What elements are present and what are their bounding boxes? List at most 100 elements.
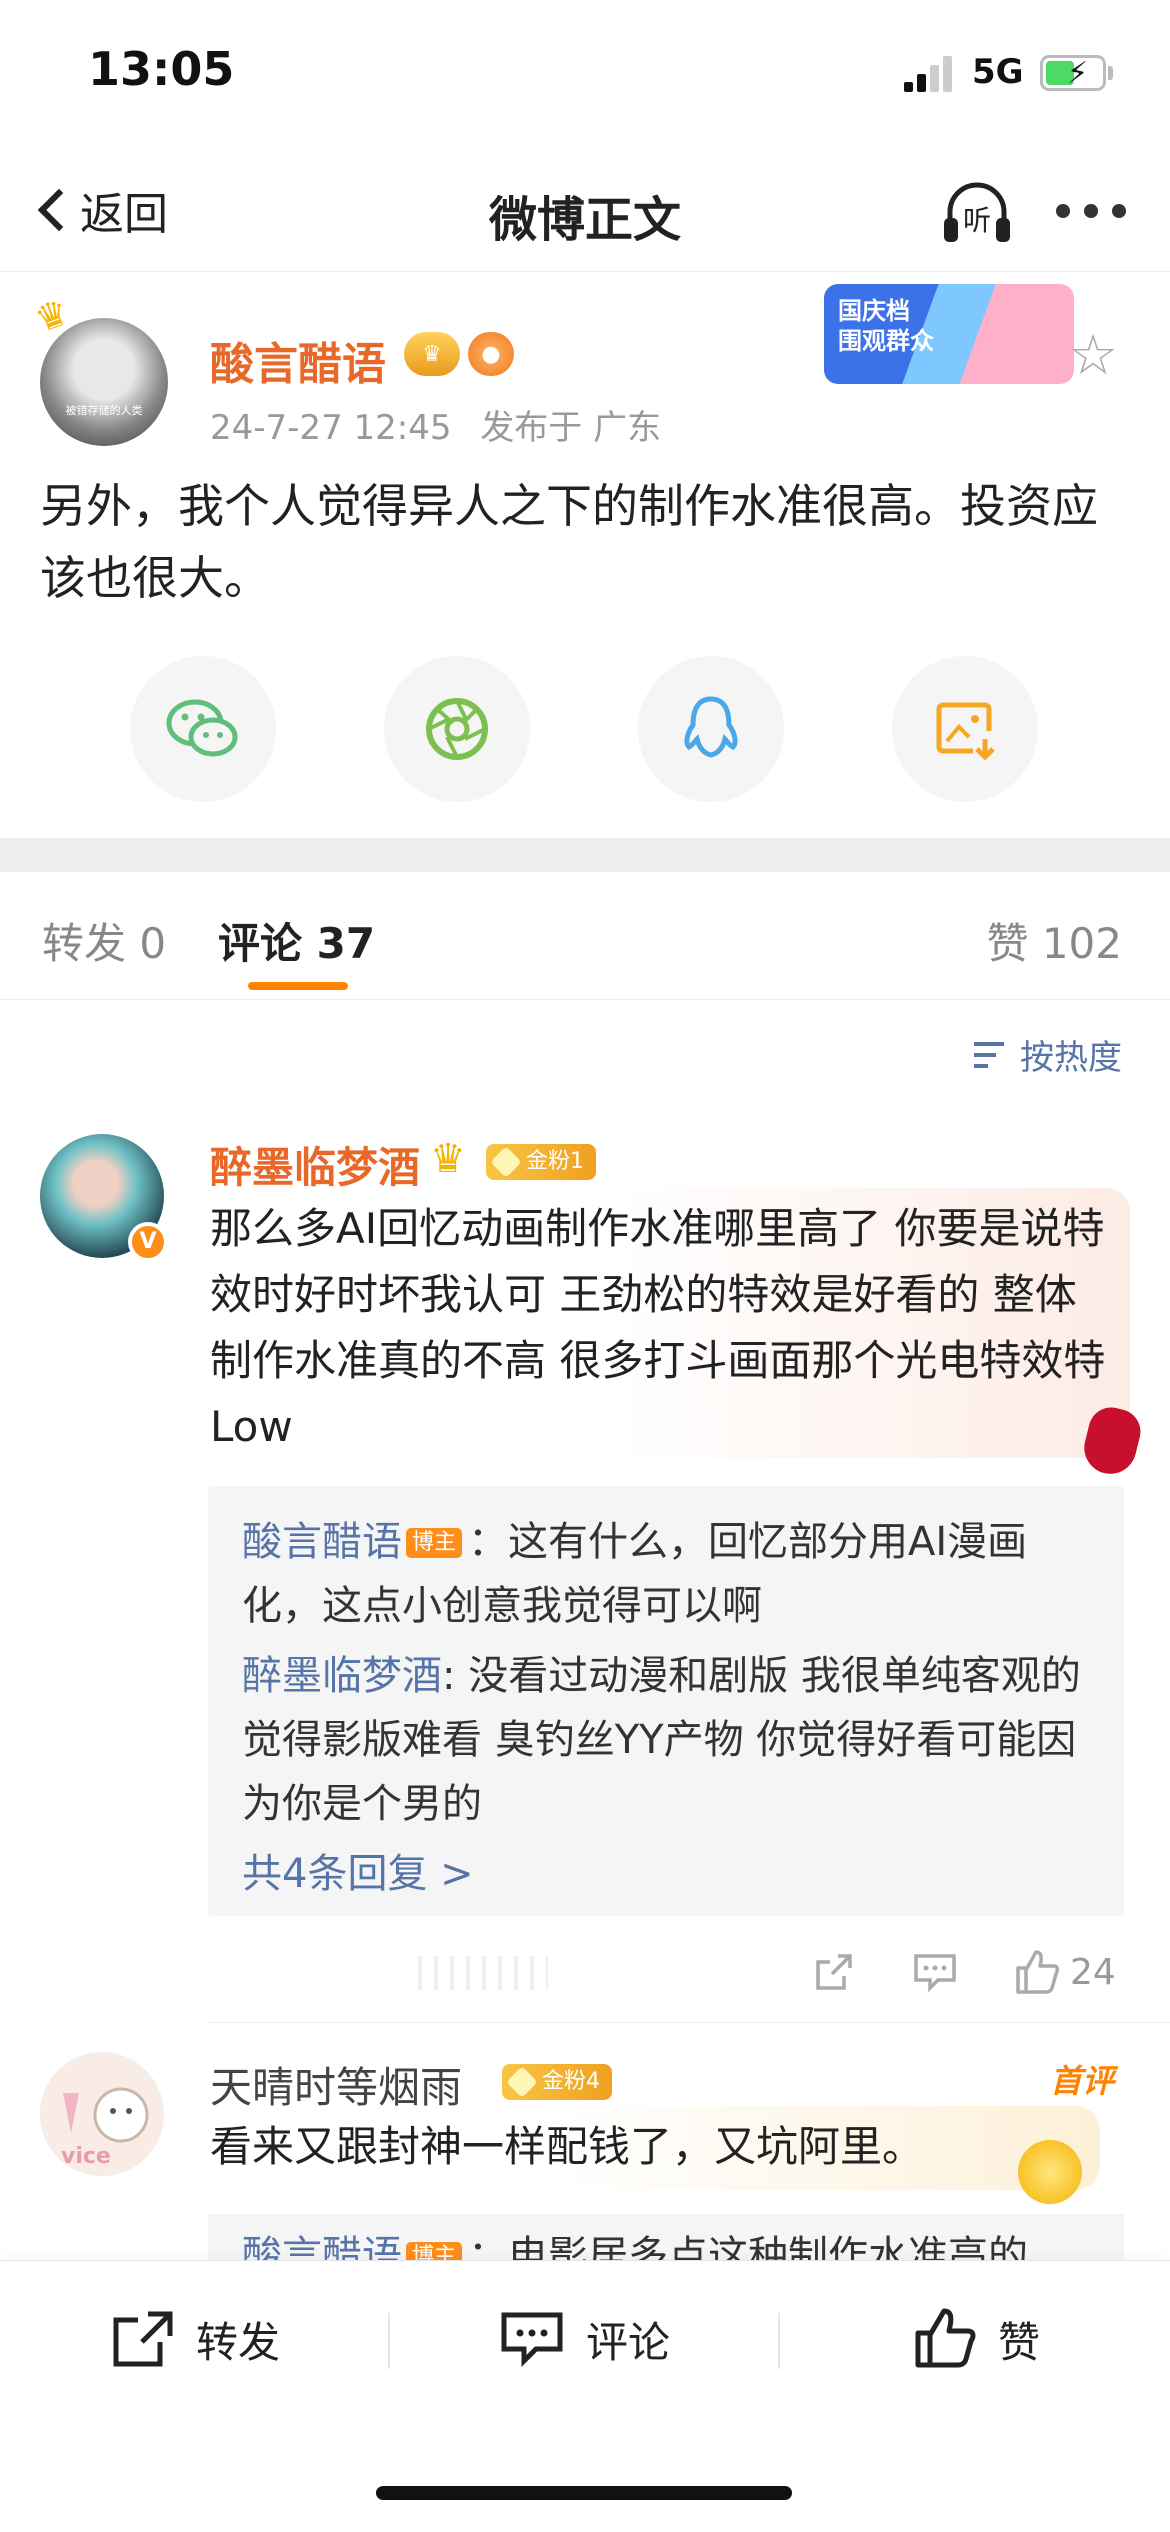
tab-likes-count: 102: [1041, 919, 1122, 968]
reply-item: 酸言醋语 博主 ：这有什么，回忆部分用AI漫画化，这点小创意我觉得可以啊: [242, 1510, 1090, 1638]
dot: [1056, 204, 1070, 218]
reply-author[interactable]: 醉墨临梦酒: [242, 1653, 442, 1699]
tab-repost[interactable]: 转发 0: [42, 910, 166, 971]
repost-icon: [113, 2311, 173, 2367]
section-divider: [0, 838, 1170, 872]
comment-button[interactable]: 评论: [500, 2309, 670, 2369]
status-bar: 13:05 5G ⚡: [0, 0, 1170, 150]
status-time: 13:05: [88, 42, 235, 96]
promo-line1: 国庆档: [838, 297, 910, 325]
tab-repost-label: 转发: [42, 919, 127, 968]
more-options-button[interactable]: [1056, 204, 1126, 224]
tab-likes-label: 赞: [986, 919, 1029, 968]
sort-label: 按热度: [1020, 1038, 1122, 1078]
home-indicator: [376, 2486, 792, 2500]
promo-line2: 围观群众: [838, 327, 934, 355]
comment-text: 看来又跟封神一样配钱了，又坑阿里。: [210, 2122, 925, 2171]
nav-bar: 返回 微博正文 听: [0, 150, 1170, 272]
reply-author[interactable]: 酸言醋语: [242, 1519, 402, 1565]
view-all-replies-link[interactable]: 共4条回复 >: [242, 1842, 1090, 1906]
tab-likes[interactable]: 赞 102: [986, 910, 1122, 971]
comment-like-button[interactable]: 24: [1012, 1942, 1116, 2002]
comment-actions: 24: [0, 1942, 1170, 2002]
host-tag: 博主: [406, 2242, 463, 2260]
share-wechat-button[interactable]: [130, 656, 276, 802]
save-image-button[interactable]: [892, 656, 1038, 802]
comment-text: 那么多AI回忆动画制作水准哪里高了 你要是说特效时好时坏我认可 王劲松的特效是好…: [210, 1204, 1106, 1451]
thumbs-up-icon: [915, 2308, 976, 2368]
comment-separator: [208, 2022, 1170, 2023]
listen-button[interactable]: 听: [940, 178, 1014, 248]
comment-author-name[interactable]: 醉墨临梦酒: [210, 1134, 420, 1195]
tab-comments-count: 37: [316, 919, 376, 968]
medal-icon: [1018, 2140, 1082, 2204]
fan-level-badge: 金粉4: [502, 2064, 612, 2100]
gem-icon: [506, 2066, 538, 2098]
bar-divider: [778, 2313, 780, 2369]
fan-badge-label: 金粉4: [542, 2069, 600, 2094]
share-row: [0, 656, 1170, 804]
post-meta: 24-7-27 12:45 发布于 广东: [210, 400, 679, 449]
repost-label: 转发: [196, 2317, 281, 2367]
wechat-icon: [166, 699, 238, 757]
pufferfish-icon: ●: [468, 332, 514, 376]
gem-icon: [490, 1146, 522, 1178]
favorite-star-icon[interactable]: ☆: [1068, 328, 1118, 384]
battery-tip: [1108, 66, 1113, 80]
comment-reply-button[interactable]: [912, 1942, 958, 2002]
promo-badge[interactable]: 国庆档 围观群众: [824, 284, 1074, 384]
tab-repost-count: 0: [139, 919, 167, 968]
reply-item: 醉墨临梦酒: 没看过动漫和剧版 我很单纯客观的觉得影版难看 臭钓丝YY产物 你觉…: [242, 1644, 1090, 1836]
active-tab-indicator: [248, 982, 348, 990]
save-image-icon: [936, 702, 995, 761]
author-name[interactable]: 酸言醋语: [210, 328, 386, 392]
reply-author[interactable]: 酸言醋语: [242, 2233, 402, 2260]
repost-button[interactable]: 转发: [112, 2309, 280, 2369]
listen-icon-text: 听: [963, 204, 991, 237]
like-button[interactable]: 赞: [912, 2308, 1041, 2369]
share-qq-button[interactable]: [638, 656, 784, 802]
host-tag: 博主: [406, 1528, 463, 1558]
comment-share-button[interactable]: [812, 1942, 856, 2002]
comment-avatar[interactable]: vice: [40, 2052, 164, 2176]
verified-badge: V: [128, 1222, 168, 1262]
author-badges: ♛ ●: [404, 332, 514, 376]
comment-icon: [914, 1954, 956, 1993]
avatar-caption: 被错存储的人类: [65, 404, 143, 417]
thumbs-up-icon: [1016, 1950, 1060, 1994]
comment-label: 评论: [586, 2317, 671, 2367]
tab-comments-label: 评论: [218, 919, 303, 968]
member-level-icon: ♛: [404, 332, 460, 376]
reply-preview-box[interactable]: 酸言醋语 博主 ：电影居多点这种制作水准高的: [208, 2214, 1124, 2260]
sort-icon: [974, 1040, 1010, 1070]
author-avatar[interactable]: 被错存储的人类: [40, 318, 168, 446]
moments-icon: [426, 698, 488, 760]
post-time: 24-7-27 12:45: [210, 408, 452, 448]
cartoon-avatar-icon: vice: [61, 2087, 149, 2169]
fan-badge-label: 金粉1: [526, 1149, 584, 1174]
bar-divider: [388, 2313, 390, 2369]
qq-icon: [684, 696, 738, 758]
fan-level-badge: 金粉1: [486, 1144, 596, 1180]
cellular-signal-icon: [904, 56, 956, 92]
reply-preview-box[interactable]: 酸言醋语 博主 ：这有什么，回忆部分用AI漫画化，这点小创意我觉得可以啊 醉墨临梦酒…: [208, 1486, 1124, 1916]
svg-text:vice: vice: [61, 2144, 111, 2169]
headphones-icon: 听: [944, 182, 1010, 242]
first-comment-tag: 首评: [1050, 2062, 1115, 2100]
like-label: 赞: [998, 2317, 1041, 2367]
dot: [1084, 204, 1098, 218]
battery-icon: ⚡: [1040, 55, 1106, 91]
comment-like-count: 24: [1070, 1951, 1116, 1993]
network-label: 5G: [972, 52, 1024, 92]
post-text: 另外，我个人觉得异人之下的制作水准很高。投资应该也很大。: [40, 479, 1098, 605]
faded-decoration: [418, 1956, 548, 1990]
dot: [1112, 204, 1126, 218]
share-moments-button[interactable]: [384, 656, 530, 802]
tab-comments[interactable]: 评论 37: [218, 910, 375, 971]
comment-icon: [501, 2312, 563, 2368]
crown-icon: ♛: [430, 1136, 466, 1182]
sort-by-hot-button[interactable]: 按热度: [974, 1030, 1122, 1079]
reply-text: ：电影居多点这种制作水准高的: [468, 2233, 1029, 2260]
share-icon: [816, 1954, 852, 1990]
post-location: 发布于 广东: [480, 408, 662, 448]
